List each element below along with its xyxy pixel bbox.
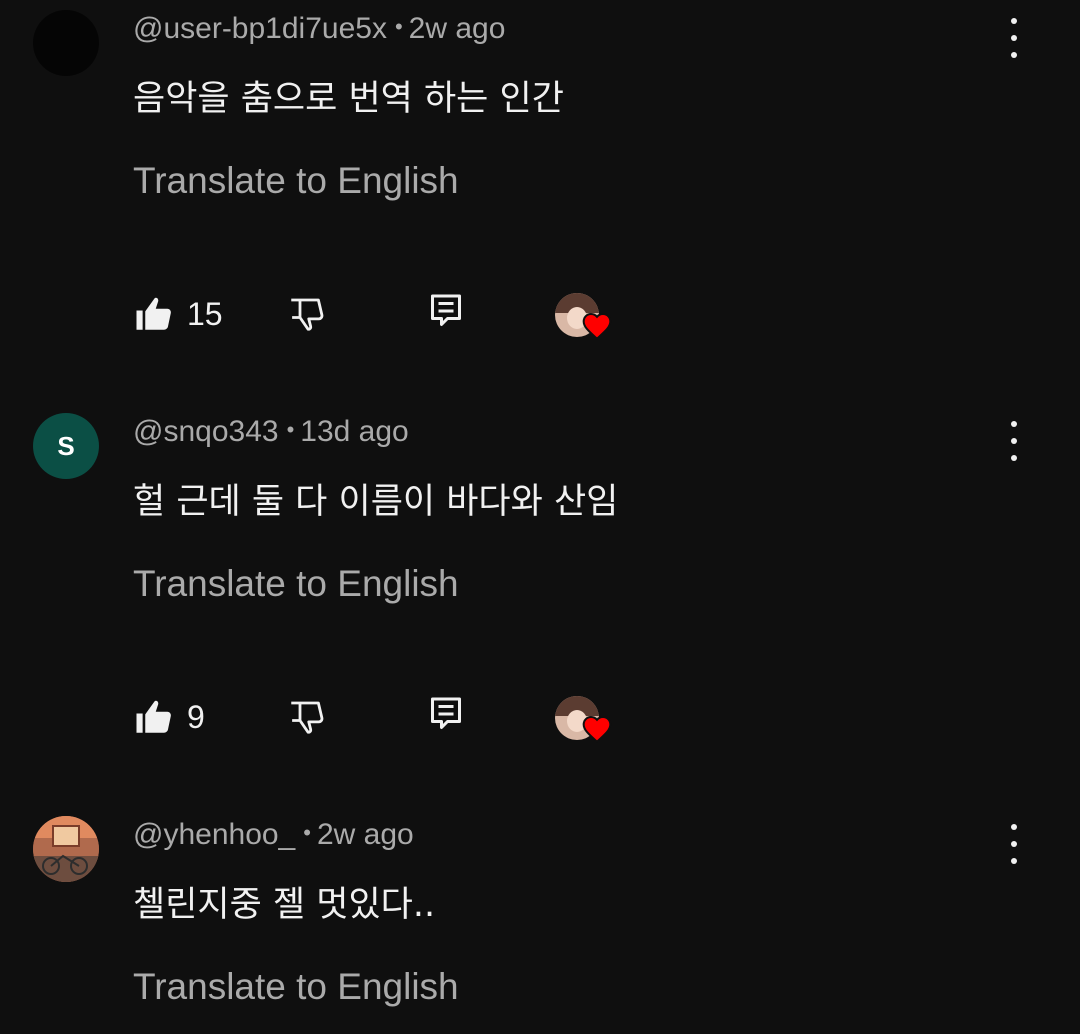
comment-item: @yhenhoo_ • 2w ago 첼린지중 젤 멋있다.. Translate … — [0, 806, 1080, 1034]
more-vert-icon — [1011, 18, 1017, 24]
comment-item: S @snqo343 • 13d ago 헐 근데 둘 다 이름이 바다와 산임 T… — [0, 403, 1080, 803]
translate-button[interactable]: Translate to English — [133, 160, 459, 202]
comment-text: 음악을 춤으로 번역 하는 인간 — [133, 79, 564, 119]
creator-heart — [555, 293, 615, 345]
comment-meta: @yhenhoo_ • 2w ago — [133, 818, 414, 852]
more-options-button[interactable] — [1000, 824, 1028, 864]
more-vert-icon-dot — [1011, 438, 1017, 444]
meta-separator: • — [303, 820, 311, 845]
comment-author[interactable]: @snqo343 — [133, 415, 279, 448]
more-vert-icon-dot — [1011, 841, 1017, 847]
translate-button[interactable]: Translate to English — [133, 563, 459, 605]
more-options-button[interactable] — [1000, 421, 1028, 461]
comment-time: 2w ago — [316, 818, 414, 851]
more-vert-icon-dot — [1011, 858, 1017, 864]
comment-author[interactable]: @yhenhoo_ — [133, 818, 295, 851]
thumbs-up-icon — [136, 700, 171, 733]
reply-icon — [431, 294, 461, 326]
thumbs-down-icon — [291, 701, 324, 734]
avatar[interactable] — [33, 10, 99, 76]
meta-separator: • — [394, 14, 403, 39]
avatar[interactable] — [33, 816, 99, 882]
comment-actions: 15 — [0, 293, 1080, 353]
comment-author[interactable]: @user-bp1di7ue5x — [133, 12, 387, 45]
comment-item: @user-bp1di7ue5x • 2w ago 음악을 춤으로 번역 하는 인간… — [0, 0, 1080, 400]
thumbs-down-icon — [291, 298, 324, 331]
comment-actions: 9 — [0, 696, 1080, 756]
more-options-button[interactable] — [1000, 18, 1028, 58]
dislike-button[interactable] — [286, 293, 328, 335]
like-button[interactable]: 9 — [133, 696, 205, 738]
meta-separator: • — [286, 417, 295, 442]
reply-button[interactable] — [429, 696, 463, 732]
more-vert-icon-dot — [1011, 52, 1017, 58]
creator-heart-icon — [582, 715, 612, 744]
comment-meta: @snqo343 • 13d ago — [133, 415, 409, 449]
more-vert-icon-dot — [1011, 35, 1017, 41]
avatar[interactable]: S — [33, 413, 99, 479]
dislike-button[interactable] — [286, 696, 328, 738]
comment-meta: @user-bp1di7ue5x • 2w ago — [133, 12, 505, 46]
more-vert-icon-dot — [1011, 455, 1017, 461]
more-vert-icon — [1011, 421, 1017, 427]
reply-button[interactable] — [429, 293, 463, 329]
thumbs-up-icon — [136, 297, 171, 330]
like-button[interactable]: 15 — [133, 293, 223, 335]
more-vert-icon — [1011, 824, 1017, 830]
like-count: 15 — [187, 295, 223, 332]
translate-button[interactable]: Translate to English — [133, 966, 459, 1008]
comment-time: 2w ago — [408, 12, 506, 45]
comment-text: 헐 근데 둘 다 이름이 바다와 산임 — [133, 482, 619, 522]
reply-icon — [431, 697, 461, 729]
avatar-photo — [33, 816, 99, 882]
like-count: 9 — [187, 698, 205, 735]
creator-heart-icon — [582, 312, 612, 341]
comment-text: 첼린지중 젤 멋있다.. — [133, 885, 436, 925]
comment-time: 13d ago — [300, 415, 409, 448]
creator-heart — [555, 696, 615, 748]
